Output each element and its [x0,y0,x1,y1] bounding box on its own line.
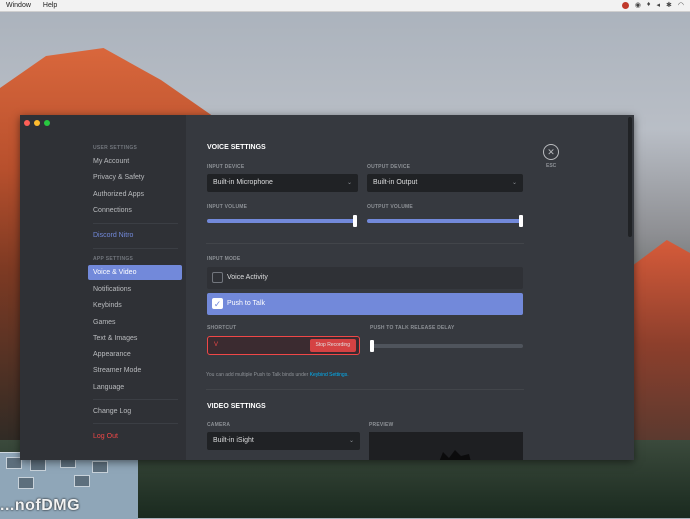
bluetooth-icon[interactable]: ✱ [666,1,672,9]
checkbox-icon [212,272,223,283]
sidebar-item-language[interactable]: Language [88,380,182,395]
help-text: You can add multiple Push to Talk binds … [206,372,309,378]
input-volume-slider[interactable] [207,219,355,223]
sidebar-item-keybinds[interactable]: Keybinds [88,298,182,313]
close-icon[interactable]: ✕ [543,144,559,160]
output-volume-handle[interactable] [519,215,523,227]
video-settings-title: VIDEO SETTINGS [207,403,266,410]
input-volume-handle[interactable] [353,215,357,227]
sidebar-divider [93,223,178,224]
input-device-select[interactable]: Built-in Microphone ⌄ [207,174,358,192]
input-device-value: Built-in Microphone [213,179,273,186]
watermark: ...nofDMG [0,497,81,514]
input-volume-label: INPUT VOLUME [207,204,248,210]
section-divider [206,389,524,390]
recording-icon[interactable] [621,2,629,9]
esc-label: ESC [546,163,557,169]
category-user-settings: USER SETTINGS [93,145,138,151]
shortcut-value: V [214,342,219,348]
zoom-window-icon[interactable] [44,120,50,126]
category-app-settings: APP SETTINGS [93,256,134,262]
preview-image [439,450,471,460]
status-glyph-icon[interactable]: ♦ [647,1,651,9]
settings-window: USER SETTINGS My Account Privacy & Safet… [20,115,634,460]
wifi-icon[interactable]: ◠ [678,1,684,9]
camera-label: CAMERA [207,422,231,428]
shortcut-label: SHORTCUT [207,325,237,331]
sidebar-divider [93,248,178,249]
volume-icon[interactable]: ◂ [657,1,661,9]
shortcut-recorder[interactable]: V Stop Recording [207,336,360,355]
release-delay-label: PUSH TO TALK RELEASE DELAY [370,325,455,331]
voice-activity-label: Voice Activity [227,274,268,281]
checkmark-icon: ✓ [212,298,223,309]
camera-select[interactable]: Built-in iSight ⌄ [207,432,360,450]
scrollbar[interactable] [628,117,632,237]
sidebar-item-log-out[interactable]: Log Out [88,429,182,444]
sidebar-item-text-images[interactable]: Text & Images [88,331,182,346]
release-delay-handle[interactable] [370,340,374,352]
release-delay-slider[interactable] [370,344,523,348]
menu-bar: Window Help ◉ ♦ ◂ ✱ ◠ [0,0,690,12]
sidebar-item-change-log[interactable]: Change Log [88,404,182,419]
camera-preview [369,432,523,460]
voice-settings-title: VOICE SETTINGS [207,144,266,151]
input-device-label: INPUT DEVICE [207,164,245,170]
chevron-down-icon: ⌄ [348,438,354,444]
sidebar-item-appearance[interactable]: Appearance [88,347,182,362]
status-icons: ◉ ♦ ◂ ✱ ◠ [621,1,684,9]
close-window-icon[interactable] [24,120,30,126]
sidebar-item-connections[interactable]: Connections [88,203,182,218]
section-divider [206,243,524,244]
stop-recording-button[interactable]: Stop Recording [309,339,356,352]
voice-activity-option[interactable]: Voice Activity [207,267,523,289]
output-volume-slider[interactable] [367,219,521,223]
sidebar-item-notifications[interactable]: Notifications [88,282,182,297]
minimize-window-icon[interactable] [34,120,40,126]
sidebar-divider [93,423,178,424]
push-to-talk-option[interactable]: ✓ Push to Talk [207,293,523,315]
sidebar-item-authorized-apps[interactable]: Authorized Apps [88,187,182,202]
chevron-down-icon: ⌄ [511,180,517,186]
sidebar-item-voice-video[interactable]: Voice & Video [88,265,182,280]
preview-label: PREVIEW [369,422,394,428]
output-volume-label: OUTPUT VOLUME [367,204,413,210]
status-glyph-icon[interactable]: ◉ [635,1,641,9]
chevron-down-icon: ⌄ [346,180,352,186]
sidebar-item-games[interactable]: Games [88,315,182,330]
push-to-talk-label: Push to Talk [227,300,266,307]
sidebar-item-nitro[interactable]: Discord Nitro [88,228,182,243]
menu-item-help[interactable]: Help [43,2,57,9]
keybind-help-text: You can add multiple Push to Talk binds … [206,372,349,378]
sidebar-item-my-account[interactable]: My Account [88,154,182,169]
output-device-select[interactable]: Built-in Output ⌄ [367,174,523,192]
menu-item-window[interactable]: Window [6,2,31,9]
sidebar-divider [93,399,178,400]
sidebar-item-privacy[interactable]: Privacy & Safety [88,170,182,185]
input-mode-label: INPUT MODE [207,256,241,262]
camera-value: Built-in iSight [213,437,254,444]
output-device-label: OUTPUT DEVICE [367,164,411,170]
output-device-value: Built-in Output [373,179,418,186]
sidebar-item-streamer-mode[interactable]: Streamer Mode [88,363,182,378]
keybind-settings-link[interactable]: Keybind Settings. [310,372,349,378]
window-controls [24,120,50,126]
